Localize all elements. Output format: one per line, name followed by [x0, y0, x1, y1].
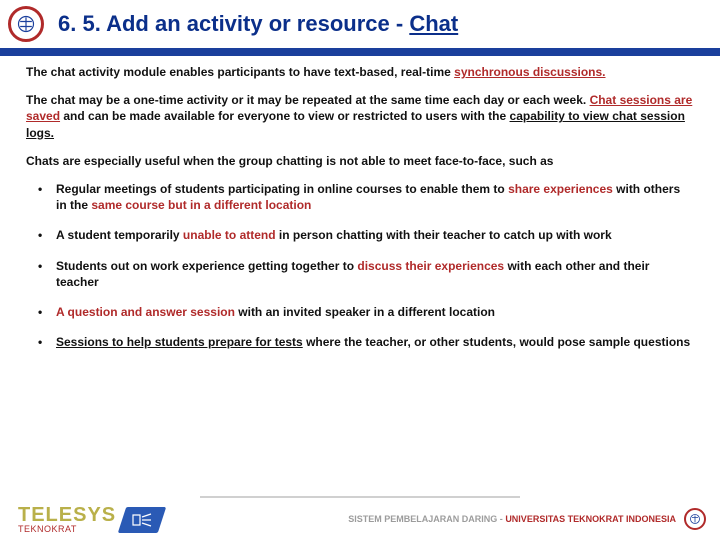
footer-text: SISTEM PEMBELAJARAN DARING - UNIVERSITAS… [348, 514, 676, 524]
footer-right: SISTEM PEMBELAJARAN DARING - UNIVERSITAS… [348, 508, 706, 530]
slide: 6. 5. Add an activity or resource - Chat… [0, 0, 720, 540]
list-item: • Sessions to help students prepare for … [38, 334, 694, 350]
list-item: • Students out on work experience gettin… [38, 258, 694, 290]
bullet-icon: • [38, 334, 56, 350]
footer: TELESYS TEKNOKRAT SISTEM PEMBELAJARAN DA… [0, 496, 720, 540]
list-item: • A student temporarily unable to attend… [38, 227, 694, 243]
bullet-icon: • [38, 181, 56, 213]
list-item: • A question and answer session with an … [38, 304, 694, 320]
bullet-icon: • [38, 258, 56, 290]
footer-divider [200, 496, 520, 498]
slide-title: 6. 5. Add an activity or resource - Chat [58, 11, 458, 37]
title-prefix: 6. 5. Add an activity or resource - [58, 11, 409, 36]
content: The chat activity module enables partici… [0, 56, 720, 350]
telesys-logo: TELESYS TEKNOKRAT [18, 505, 162, 534]
paragraph-3: Chats are especially useful when the gro… [26, 153, 694, 169]
bullet-icon: • [38, 304, 56, 320]
paragraph-2: The chat may be a one-time activity or i… [26, 92, 694, 141]
header: 6. 5. Add an activity or resource - Chat [0, 0, 720, 48]
list-item: • Regular meetings of students participa… [38, 181, 694, 213]
paragraph-1: The chat activity module enables partici… [26, 64, 694, 80]
header-divider [0, 48, 720, 56]
title-chat: Chat [409, 11, 458, 36]
telesys-word: TELESYS [18, 504, 116, 526]
university-logo-icon [8, 6, 44, 42]
footer-logo-icon [684, 508, 706, 530]
telesys-badge-icon [118, 507, 166, 533]
bullet-icon: • [38, 227, 56, 243]
bullet-list: • Regular meetings of students participa… [26, 181, 694, 350]
